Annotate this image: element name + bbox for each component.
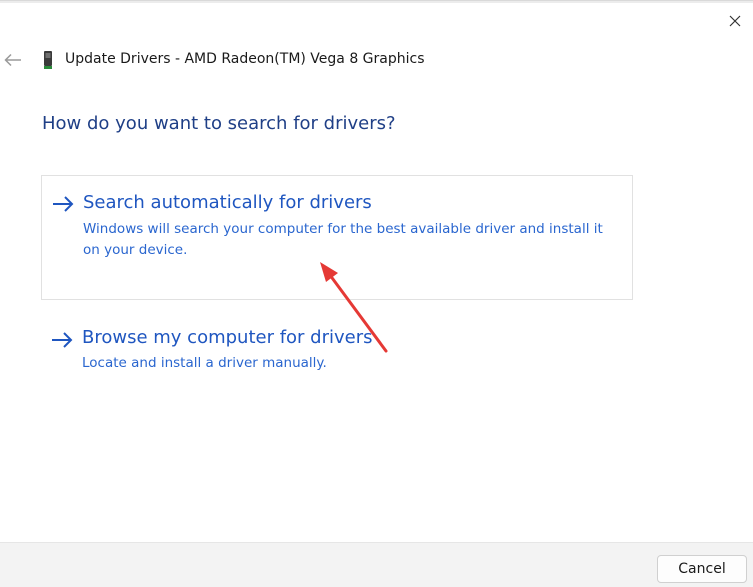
dialog-header: Update Drivers - AMD Radeon(TM) Vega 8 G…	[0, 43, 700, 77]
option-description: Windows will search your computer for th…	[83, 221, 603, 258]
option-description: Locate and install a driver manually.	[82, 355, 327, 371]
cancel-button[interactable]: Cancel	[657, 555, 747, 583]
back-button[interactable]	[3, 51, 23, 69]
right-arrow-icon	[52, 332, 73, 348]
page-heading: How do you want to search for drivers?	[42, 113, 396, 134]
right-arrow-icon	[53, 196, 74, 212]
browse-computer-option[interactable]: Browse my computer for drivers Locate an…	[41, 316, 633, 388]
dialog-title: Update Drivers - AMD Radeon(TM) Vega 8 G…	[65, 51, 425, 67]
title-bar-strip	[0, 1, 753, 3]
search-automatically-option[interactable]: Search automatically for drivers Windows…	[41, 175, 633, 300]
display-adapter-icon	[44, 51, 52, 69]
dialog-footer: Cancel	[0, 542, 753, 587]
update-drivers-window: Update Drivers - AMD Radeon(TM) Vega 8 G…	[0, 0, 753, 587]
close-icon	[729, 15, 741, 27]
option-title: Browse my computer for drivers	[82, 327, 373, 348]
back-arrow-icon	[4, 53, 21, 67]
option-title: Search automatically for drivers	[83, 192, 372, 213]
close-button[interactable]	[723, 9, 747, 33]
